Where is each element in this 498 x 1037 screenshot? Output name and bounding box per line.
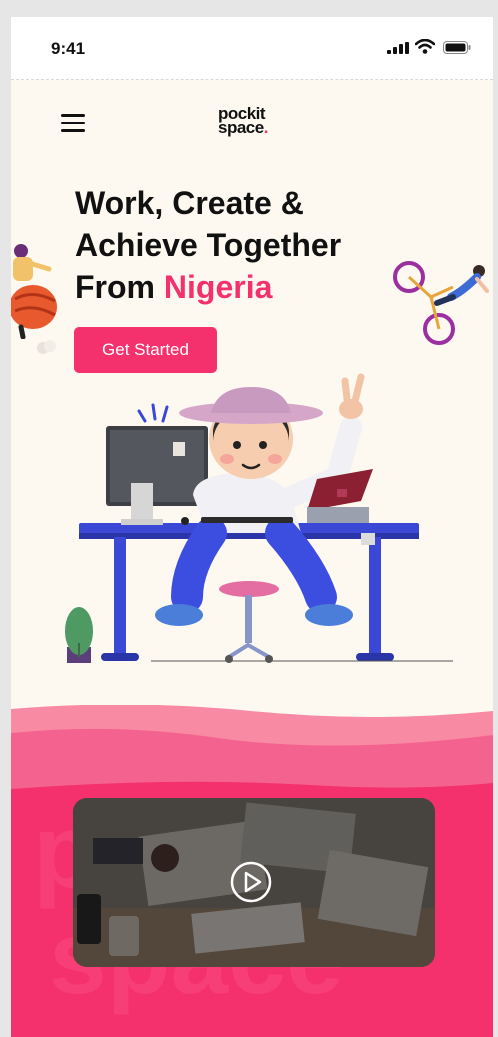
hero-headline: Work, Create & Achieve Together From Nig… [75,182,405,308]
play-icon[interactable] [230,861,272,903]
hero-desk-illustration [65,373,453,663]
cloud-decoration [37,340,56,354]
promo-video-thumbnail[interactable] [73,798,435,967]
logo-dot: . [263,118,269,137]
cellular-signal-icon [387,42,409,54]
bmx-rider-illustration [393,261,489,345]
status-time: 9:41 [51,39,86,58]
phone-screen: 9:41 pockit space. Work, Create & Achiev… [11,17,493,1037]
hamburger-menu-icon[interactable] [61,114,85,132]
pockitspace-logo[interactable]: pockit space. [218,105,269,137]
headline-line1: Work, Create & [75,185,304,221]
status-bar: 9:41 [11,17,493,80]
headline-accent: Nigeria [163,269,273,305]
skateboard-character-illustration [11,244,57,339]
headline-line2: Achieve Together [75,227,342,263]
headline-prefix: From [75,269,164,305]
logo-line2: space [218,118,264,137]
wifi-icon [415,39,435,54]
battery-icon [443,41,471,54]
